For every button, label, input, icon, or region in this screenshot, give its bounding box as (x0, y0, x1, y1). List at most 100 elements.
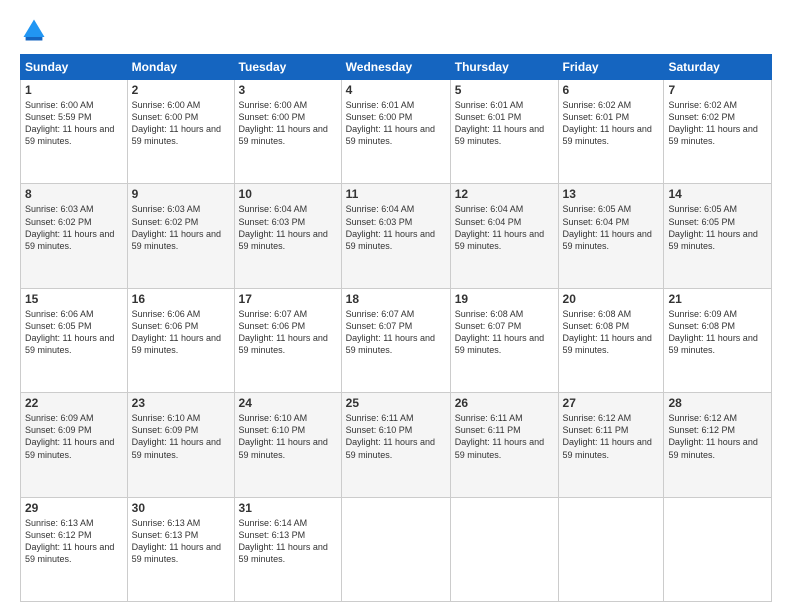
calendar-cell: 26 Sunrise: 6:11 AM Sunset: 6:11 PM Dayl… (450, 393, 558, 497)
calendar-cell: 16 Sunrise: 6:06 AM Sunset: 6:06 PM Dayl… (127, 288, 234, 392)
day-number: 16 (132, 292, 230, 306)
week-row-1: 1 Sunrise: 6:00 AM Sunset: 5:59 PM Dayli… (21, 80, 772, 184)
day-number: 24 (239, 396, 337, 410)
weekday-header-row: SundayMondayTuesdayWednesdayThursdayFrid… (21, 55, 772, 80)
week-row-3: 15 Sunrise: 6:06 AM Sunset: 6:05 PM Dayl… (21, 288, 772, 392)
calendar-cell: 23 Sunrise: 6:10 AM Sunset: 6:09 PM Dayl… (127, 393, 234, 497)
day-info: Sunrise: 6:12 AM Sunset: 6:12 PM Dayligh… (668, 412, 767, 461)
day-number: 30 (132, 501, 230, 515)
calendar-cell: 21 Sunrise: 6:09 AM Sunset: 6:08 PM Dayl… (664, 288, 772, 392)
day-info: Sunrise: 6:03 AM Sunset: 6:02 PM Dayligh… (132, 203, 230, 252)
day-info: Sunrise: 6:10 AM Sunset: 6:09 PM Dayligh… (132, 412, 230, 461)
logo-icon (20, 16, 48, 44)
day-info: Sunrise: 6:01 AM Sunset: 6:00 PM Dayligh… (346, 99, 446, 148)
day-info: Sunrise: 6:04 AM Sunset: 6:04 PM Dayligh… (455, 203, 554, 252)
calendar-cell: 28 Sunrise: 6:12 AM Sunset: 6:12 PM Dayl… (664, 393, 772, 497)
calendar-cell: 24 Sunrise: 6:10 AM Sunset: 6:10 PM Dayl… (234, 393, 341, 497)
weekday-saturday: Saturday (664, 55, 772, 80)
day-info: Sunrise: 6:03 AM Sunset: 6:02 PM Dayligh… (25, 203, 123, 252)
weekday-sunday: Sunday (21, 55, 128, 80)
day-info: Sunrise: 6:04 AM Sunset: 6:03 PM Dayligh… (239, 203, 337, 252)
week-row-2: 8 Sunrise: 6:03 AM Sunset: 6:02 PM Dayli… (21, 184, 772, 288)
day-info: Sunrise: 6:13 AM Sunset: 6:13 PM Dayligh… (132, 517, 230, 566)
day-info: Sunrise: 6:09 AM Sunset: 6:08 PM Dayligh… (668, 308, 767, 357)
calendar-cell (558, 497, 664, 601)
day-info: Sunrise: 6:14 AM Sunset: 6:13 PM Dayligh… (239, 517, 337, 566)
calendar-cell: 14 Sunrise: 6:05 AM Sunset: 6:05 PM Dayl… (664, 184, 772, 288)
day-number: 5 (455, 83, 554, 97)
weekday-monday: Monday (127, 55, 234, 80)
day-info: Sunrise: 6:02 AM Sunset: 6:02 PM Dayligh… (668, 99, 767, 148)
calendar-cell: 31 Sunrise: 6:14 AM Sunset: 6:13 PM Dayl… (234, 497, 341, 601)
calendar-cell: 3 Sunrise: 6:00 AM Sunset: 6:00 PM Dayli… (234, 80, 341, 184)
day-number: 2 (132, 83, 230, 97)
calendar-cell: 12 Sunrise: 6:04 AM Sunset: 6:04 PM Dayl… (450, 184, 558, 288)
calendar-cell: 4 Sunrise: 6:01 AM Sunset: 6:00 PM Dayli… (341, 80, 450, 184)
calendar-cell (664, 497, 772, 601)
calendar-cell: 20 Sunrise: 6:08 AM Sunset: 6:08 PM Dayl… (558, 288, 664, 392)
calendar-cell (341, 497, 450, 601)
weekday-thursday: Thursday (450, 55, 558, 80)
calendar-cell: 8 Sunrise: 6:03 AM Sunset: 6:02 PM Dayli… (21, 184, 128, 288)
day-info: Sunrise: 6:01 AM Sunset: 6:01 PM Dayligh… (455, 99, 554, 148)
day-number: 31 (239, 501, 337, 515)
day-number: 6 (563, 83, 660, 97)
day-number: 23 (132, 396, 230, 410)
day-number: 3 (239, 83, 337, 97)
calendar-cell: 27 Sunrise: 6:12 AM Sunset: 6:11 PM Dayl… (558, 393, 664, 497)
logo (20, 16, 50, 44)
day-info: Sunrise: 6:07 AM Sunset: 6:06 PM Dayligh… (239, 308, 337, 357)
calendar-cell: 2 Sunrise: 6:00 AM Sunset: 6:00 PM Dayli… (127, 80, 234, 184)
day-number: 22 (25, 396, 123, 410)
day-number: 19 (455, 292, 554, 306)
day-number: 26 (455, 396, 554, 410)
day-number: 25 (346, 396, 446, 410)
calendar-cell: 5 Sunrise: 6:01 AM Sunset: 6:01 PM Dayli… (450, 80, 558, 184)
day-number: 17 (239, 292, 337, 306)
day-info: Sunrise: 6:04 AM Sunset: 6:03 PM Dayligh… (346, 203, 446, 252)
calendar-cell: 11 Sunrise: 6:04 AM Sunset: 6:03 PM Dayl… (341, 184, 450, 288)
day-info: Sunrise: 6:00 AM Sunset: 6:00 PM Dayligh… (132, 99, 230, 148)
weekday-wednesday: Wednesday (341, 55, 450, 80)
day-info: Sunrise: 6:11 AM Sunset: 6:10 PM Dayligh… (346, 412, 446, 461)
calendar-cell: 9 Sunrise: 6:03 AM Sunset: 6:02 PM Dayli… (127, 184, 234, 288)
day-number: 9 (132, 187, 230, 201)
day-info: Sunrise: 6:05 AM Sunset: 6:04 PM Dayligh… (563, 203, 660, 252)
calendar-cell: 13 Sunrise: 6:05 AM Sunset: 6:04 PM Dayl… (558, 184, 664, 288)
day-info: Sunrise: 6:07 AM Sunset: 6:07 PM Dayligh… (346, 308, 446, 357)
day-info: Sunrise: 6:10 AM Sunset: 6:10 PM Dayligh… (239, 412, 337, 461)
day-info: Sunrise: 6:06 AM Sunset: 6:05 PM Dayligh… (25, 308, 123, 357)
calendar-cell: 29 Sunrise: 6:13 AM Sunset: 6:12 PM Dayl… (21, 497, 128, 601)
week-row-5: 29 Sunrise: 6:13 AM Sunset: 6:12 PM Dayl… (21, 497, 772, 601)
day-number: 10 (239, 187, 337, 201)
day-info: Sunrise: 6:13 AM Sunset: 6:12 PM Dayligh… (25, 517, 123, 566)
day-info: Sunrise: 6:08 AM Sunset: 6:08 PM Dayligh… (563, 308, 660, 357)
week-row-4: 22 Sunrise: 6:09 AM Sunset: 6:09 PM Dayl… (21, 393, 772, 497)
day-info: Sunrise: 6:00 AM Sunset: 6:00 PM Dayligh… (239, 99, 337, 148)
day-number: 15 (25, 292, 123, 306)
header (20, 16, 772, 44)
day-info: Sunrise: 6:11 AM Sunset: 6:11 PM Dayligh… (455, 412, 554, 461)
day-info: Sunrise: 6:06 AM Sunset: 6:06 PM Dayligh… (132, 308, 230, 357)
calendar-table: SundayMondayTuesdayWednesdayThursdayFrid… (20, 54, 772, 602)
day-number: 21 (668, 292, 767, 306)
day-number: 28 (668, 396, 767, 410)
calendar-cell: 18 Sunrise: 6:07 AM Sunset: 6:07 PM Dayl… (341, 288, 450, 392)
day-info: Sunrise: 6:12 AM Sunset: 6:11 PM Dayligh… (563, 412, 660, 461)
calendar-cell: 10 Sunrise: 6:04 AM Sunset: 6:03 PM Dayl… (234, 184, 341, 288)
calendar-cell: 17 Sunrise: 6:07 AM Sunset: 6:06 PM Dayl… (234, 288, 341, 392)
day-number: 13 (563, 187, 660, 201)
calendar-cell: 15 Sunrise: 6:06 AM Sunset: 6:05 PM Dayl… (21, 288, 128, 392)
calendar-cell: 1 Sunrise: 6:00 AM Sunset: 5:59 PM Dayli… (21, 80, 128, 184)
day-number: 12 (455, 187, 554, 201)
day-number: 8 (25, 187, 123, 201)
day-number: 14 (668, 187, 767, 201)
day-info: Sunrise: 6:00 AM Sunset: 5:59 PM Dayligh… (25, 99, 123, 148)
day-info: Sunrise: 6:02 AM Sunset: 6:01 PM Dayligh… (563, 99, 660, 148)
calendar-cell (450, 497, 558, 601)
day-info: Sunrise: 6:08 AM Sunset: 6:07 PM Dayligh… (455, 308, 554, 357)
weekday-tuesday: Tuesday (234, 55, 341, 80)
calendar-cell: 19 Sunrise: 6:08 AM Sunset: 6:07 PM Dayl… (450, 288, 558, 392)
day-info: Sunrise: 6:05 AM Sunset: 6:05 PM Dayligh… (668, 203, 767, 252)
weekday-friday: Friday (558, 55, 664, 80)
